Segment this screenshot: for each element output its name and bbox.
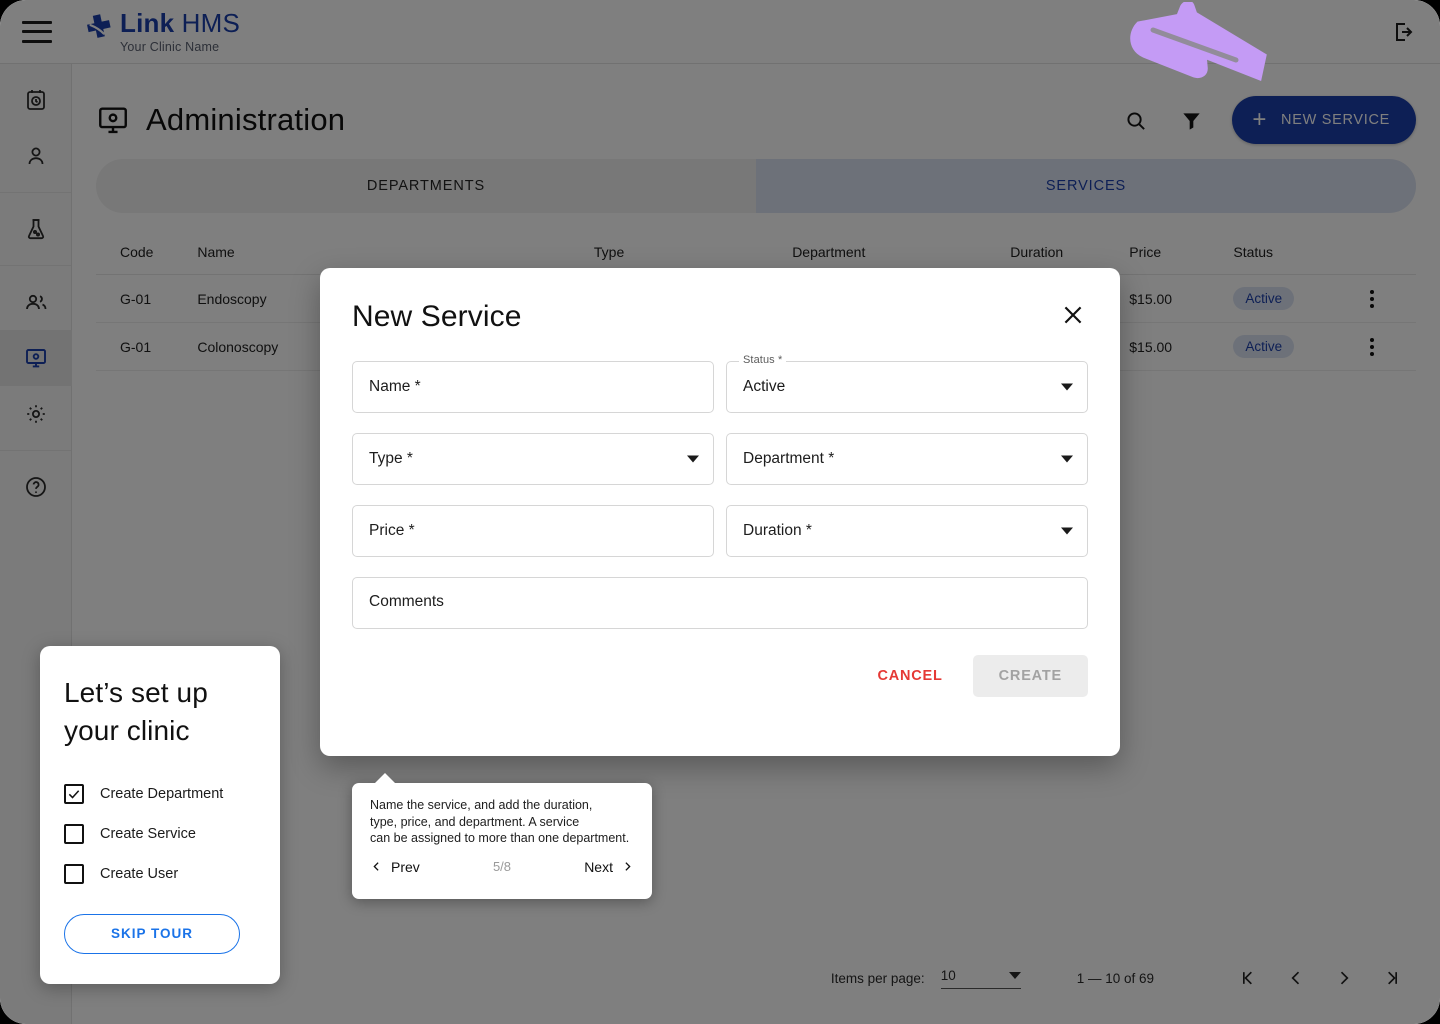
tour-item-label: Create User — [100, 866, 178, 882]
type-select-label: Type * — [369, 450, 413, 468]
form-row-4: Comments — [352, 577, 1088, 629]
tour-checklist: Create Department Create Service Create … — [64, 774, 256, 894]
tour-item-label: Create Service — [100, 826, 196, 842]
chevron-down-icon — [1061, 528, 1073, 535]
price-input[interactable]: Price * — [352, 505, 714, 557]
close-x-icon[interactable] — [1058, 300, 1088, 330]
tour-item-create-service[interactable]: Create Service — [64, 814, 256, 854]
status-select[interactable]: Status * Active — [726, 361, 1088, 413]
duration-select-label: Duration * — [743, 522, 812, 540]
tour-tooltip-nav: Prev 5/8 Next — [370, 859, 634, 875]
comments-input[interactable]: Comments — [352, 577, 1088, 629]
tour-tooltip: Name the service, and add the duration, … — [352, 783, 652, 899]
tour-step-counter: 5/8 — [493, 859, 511, 874]
cancel-button[interactable]: CANCEL — [859, 656, 960, 696]
create-button[interactable]: CREATE — [973, 655, 1088, 697]
name-input[interactable]: Name * — [352, 361, 714, 413]
tour-item-label: Create Department — [100, 786, 223, 802]
form-row-2: Type * Department * — [352, 433, 1088, 485]
chevron-down-icon — [1061, 456, 1073, 463]
comments-input-label: Comments — [369, 593, 444, 611]
checkbox-unchecked-icon[interactable] — [64, 864, 84, 884]
name-input-label: Name * — [369, 378, 421, 396]
dialog-actions: CANCEL CREATE — [352, 655, 1088, 697]
dialog-header: New Service — [352, 300, 1088, 334]
new-service-form: Name * Status * Active Type * Department… — [352, 361, 1088, 697]
duration-select[interactable]: Duration * — [726, 505, 1088, 557]
tour-tooltip-text: Name the service, and add the duration, … — [370, 797, 634, 847]
department-select-label: Department * — [743, 450, 834, 468]
form-row-1: Name * Status * Active — [352, 361, 1088, 413]
form-row-3: Price * Duration * — [352, 505, 1088, 557]
chevron-down-icon — [1061, 384, 1073, 391]
tour-prev-label: Prev — [391, 859, 420, 875]
status-select-label: Status * — [739, 354, 786, 366]
dialog-title: New Service — [352, 300, 521, 334]
tour-card-title: Let’s set up your clinic — [64, 674, 256, 750]
tour-next-button[interactable]: Next — [584, 859, 634, 875]
checkbox-checked-icon[interactable] — [64, 784, 84, 804]
chevron-right-icon — [621, 860, 634, 873]
checkbox-unchecked-icon[interactable] — [64, 824, 84, 844]
type-select[interactable]: Type * — [352, 433, 714, 485]
department-select[interactable]: Department * — [726, 433, 1088, 485]
price-input-label: Price * — [369, 522, 415, 540]
tour-item-create-user[interactable]: Create User — [64, 854, 256, 894]
new-service-dialog: New Service Name * Status * Active — [320, 268, 1120, 756]
status-select-value: Active — [743, 378, 785, 396]
chevron-left-icon — [370, 860, 383, 873]
app-window: Link HMS Your Clinic Name — [0, 0, 1440, 1024]
setup-tour-card: Let’s set up your clinic Create Departme… — [40, 646, 280, 984]
skip-tour-button[interactable]: SKIP TOUR — [64, 914, 240, 954]
tour-prev-button[interactable]: Prev — [370, 859, 420, 875]
chevron-down-icon — [687, 456, 699, 463]
tour-next-label: Next — [584, 859, 613, 875]
tour-item-create-department[interactable]: Create Department — [64, 774, 256, 814]
